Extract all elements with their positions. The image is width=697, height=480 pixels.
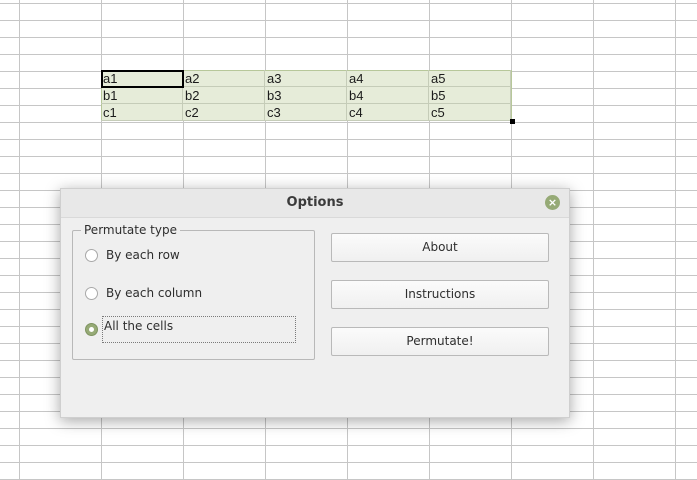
radio-button-checked-icon[interactable] [85,322,98,336]
cell-a4[interactable]: a4 [347,70,429,87]
about-button[interactable]: About [331,233,549,262]
cell-a5[interactable]: a5 [429,70,511,87]
cell-b2[interactable]: b2 [183,87,265,104]
cell-b3[interactable]: b3 [265,87,347,104]
cell-b5[interactable]: b5 [429,87,511,104]
permutate-type-group: Permutate type By each row By each colum… [72,223,315,360]
cell-c1[interactable]: c1 [101,104,183,121]
fill-handle[interactable] [510,119,515,124]
options-dialog: Options × Permutate type By each row By … [60,188,570,418]
radio-by-each-row[interactable]: By each row [85,245,180,265]
radio-by-each-column[interactable]: By each column [85,283,202,303]
permutate-button[interactable]: Permutate! [331,327,549,356]
radio-label: All the cells [102,315,296,343]
radio-all-the-cells[interactable]: All the cells [85,315,296,343]
cell-b4[interactable]: b4 [347,87,429,104]
cell-c2[interactable]: c2 [183,104,265,121]
radio-label: By each column [106,286,203,300]
instructions-button[interactable]: Instructions [331,280,549,309]
cell-c4[interactable]: c4 [347,104,429,121]
cell-c5[interactable]: c5 [429,104,511,121]
cell-a3[interactable]: a3 [265,70,347,87]
cell-b1[interactable]: b1 [101,87,183,104]
close-icon[interactable]: × [545,195,560,210]
cell-a1[interactable]: a1 [101,70,183,87]
radio-label: By each row [106,248,180,262]
group-legend: Permutate type [81,223,180,237]
radio-button-icon[interactable] [85,286,98,300]
cell-a2[interactable]: a2 [183,70,265,87]
cell-c3[interactable]: c3 [265,104,347,121]
radio-button-icon[interactable] [85,248,98,262]
dialog-title: Options [286,195,344,210]
dialog-titlebar[interactable]: Options × [61,189,569,218]
